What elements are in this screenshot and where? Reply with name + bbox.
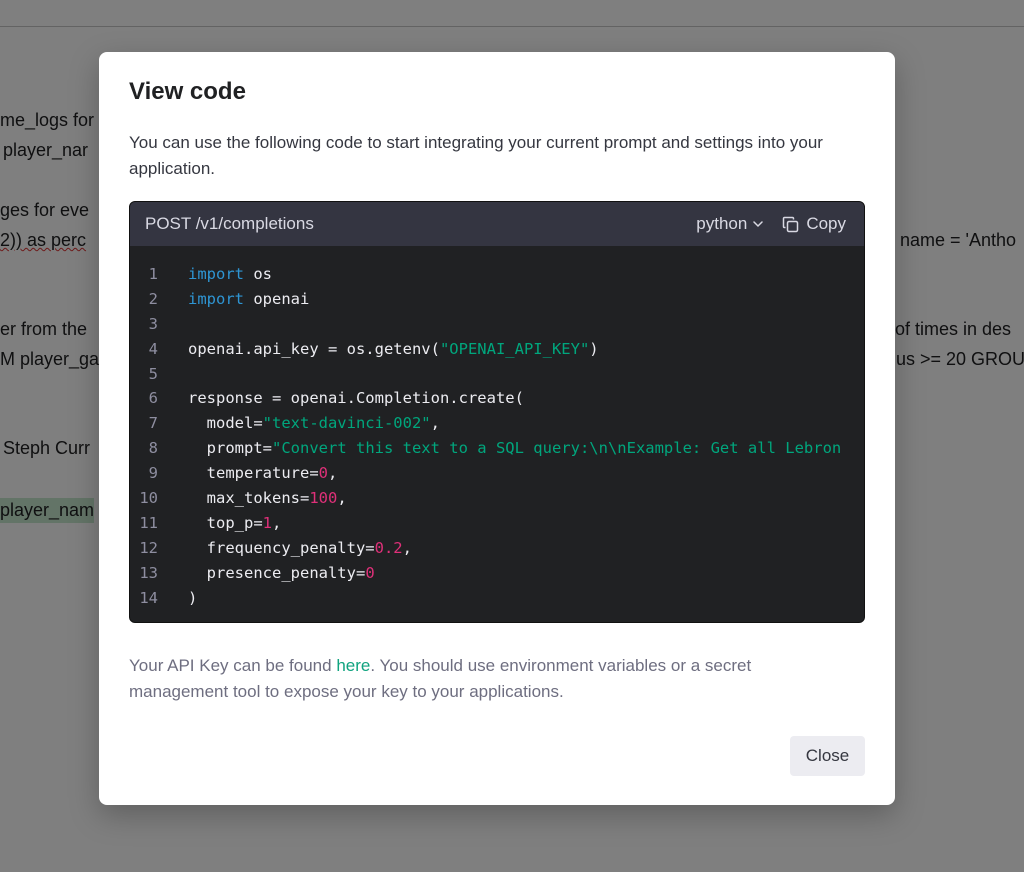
line-number: 5	[148, 364, 158, 383]
api-key-link[interactable]: here	[336, 656, 370, 675]
code-token: ,	[402, 538, 412, 557]
code-token: max_tokens=	[188, 489, 310, 508]
code-token: top_p=	[188, 513, 263, 532]
code-text: prompt="Convert this text to a SQL query…	[188, 436, 842, 461]
chevron-down-icon	[753, 221, 764, 228]
code-token: 0	[318, 464, 328, 483]
line-number: 8	[148, 439, 158, 458]
code-text: top_p=1,	[188, 511, 282, 536]
code-token: ,	[272, 513, 282, 532]
code-token: 0	[365, 563, 375, 582]
copy-icon	[783, 216, 799, 232]
code-token: os	[244, 265, 272, 283]
code-token: import	[188, 265, 244, 283]
code-token: 1	[262, 513, 272, 532]
close-button[interactable]: Close	[790, 736, 865, 776]
code-block[interactable]: 1 import os 2 import openai 3 4 openai.api_key…	[130, 246, 864, 610]
code-line: 6 response = openai.Completion.create(	[130, 386, 864, 411]
line-number: 11	[139, 513, 158, 532]
line-number: 14	[139, 588, 158, 607]
code-token: frequency_penalty=	[188, 538, 375, 557]
code-token: ,	[328, 464, 338, 483]
code-token: )	[589, 339, 599, 358]
code-card: POST /v1/completions python Copy 1 impor…	[129, 201, 865, 623]
code-token: 100	[309, 489, 338, 508]
line-number: 7	[148, 414, 158, 433]
line-number: 6	[148, 389, 158, 408]
line-number: 3	[148, 314, 158, 333]
code-token: "OPENAI_API_KEY"	[439, 339, 590, 358]
code-token: "text-davinci-002"	[262, 414, 431, 433]
code-token: ,	[337, 489, 347, 508]
code-text: openai.api_key = os.getenv("OPENAI_API_K…	[188, 337, 599, 362]
code-text: frequency_penalty=0.2,	[188, 536, 412, 561]
code-line: 12 frequency_penalty=0.2,	[130, 536, 864, 561]
line-number: 2	[148, 289, 158, 308]
modal-description: You can use the following code to start …	[129, 133, 823, 178]
code-text: max_tokens=100,	[188, 486, 347, 511]
code-token: )	[188, 588, 198, 607]
code-line: 7 model="text-davinci-002",	[130, 411, 864, 436]
code-line: 5	[130, 362, 864, 387]
code-text: import os	[188, 262, 272, 287]
language-label: python	[696, 214, 748, 233]
code-token: import	[188, 289, 244, 308]
code-token: response = openai.Completion.create(	[188, 389, 524, 408]
code-text: temperature=0,	[188, 461, 338, 486]
code-line: 8 prompt="Convert this text to a SQL que…	[130, 436, 864, 461]
code-line: 3	[130, 312, 864, 337]
line-number: 13	[139, 563, 158, 582]
code-token: model=	[188, 414, 263, 433]
code-token: presence_penalty=	[188, 563, 366, 582]
code-line: 4 openai.api_key = os.getenv("OPENAI_API_…	[130, 337, 864, 362]
modal-title: View code	[129, 78, 246, 105]
line-number: 1	[148, 265, 158, 283]
code-header: POST /v1/completions python Copy	[130, 202, 864, 246]
code-text: response = openai.Completion.create(	[188, 386, 524, 411]
code-text: )	[188, 586, 197, 611]
api-key-note: Your API Key can be found here. You shou…	[129, 653, 819, 705]
code-line: 9 temperature=0,	[130, 461, 864, 486]
code-token: openai.api_key = os.getenv(	[188, 339, 440, 358]
code-line: 10 max_tokens=100,	[130, 486, 864, 511]
endpoint-label: POST /v1/completions	[145, 214, 314, 233]
copy-label: Copy	[806, 214, 846, 233]
note-text: Your API Key can be found	[129, 656, 337, 675]
code-text: import openai	[188, 287, 309, 312]
code-token: 0.2	[374, 538, 403, 557]
copy-button[interactable]: Copy	[782, 214, 846, 234]
code-token: ,	[430, 414, 440, 433]
line-number: 4	[148, 339, 158, 358]
code-token: temperature=	[188, 464, 319, 483]
code-token: prompt=	[188, 439, 272, 458]
language-dropdown[interactable]: python	[696, 214, 764, 234]
code-line: 14)	[130, 586, 864, 611]
code-line: 2 import openai	[130, 287, 864, 312]
code-line: 13 presence_penalty=0	[130, 561, 864, 586]
code-text: model="text-davinci-002",	[188, 411, 440, 436]
code-line: 11 top_p=1,	[130, 511, 864, 536]
view-code-modal: View code You can use the following code…	[99, 52, 895, 805]
line-number: 9	[148, 464, 158, 483]
code-token: openai	[244, 289, 310, 308]
line-number: 12	[139, 538, 158, 557]
line-number: 10	[139, 489, 158, 508]
code-text: presence_penalty=0	[188, 561, 375, 586]
code-line: 1 import os	[130, 262, 864, 287]
code-token: "Convert this text to a SQL query:\n\nEx…	[272, 439, 842, 458]
